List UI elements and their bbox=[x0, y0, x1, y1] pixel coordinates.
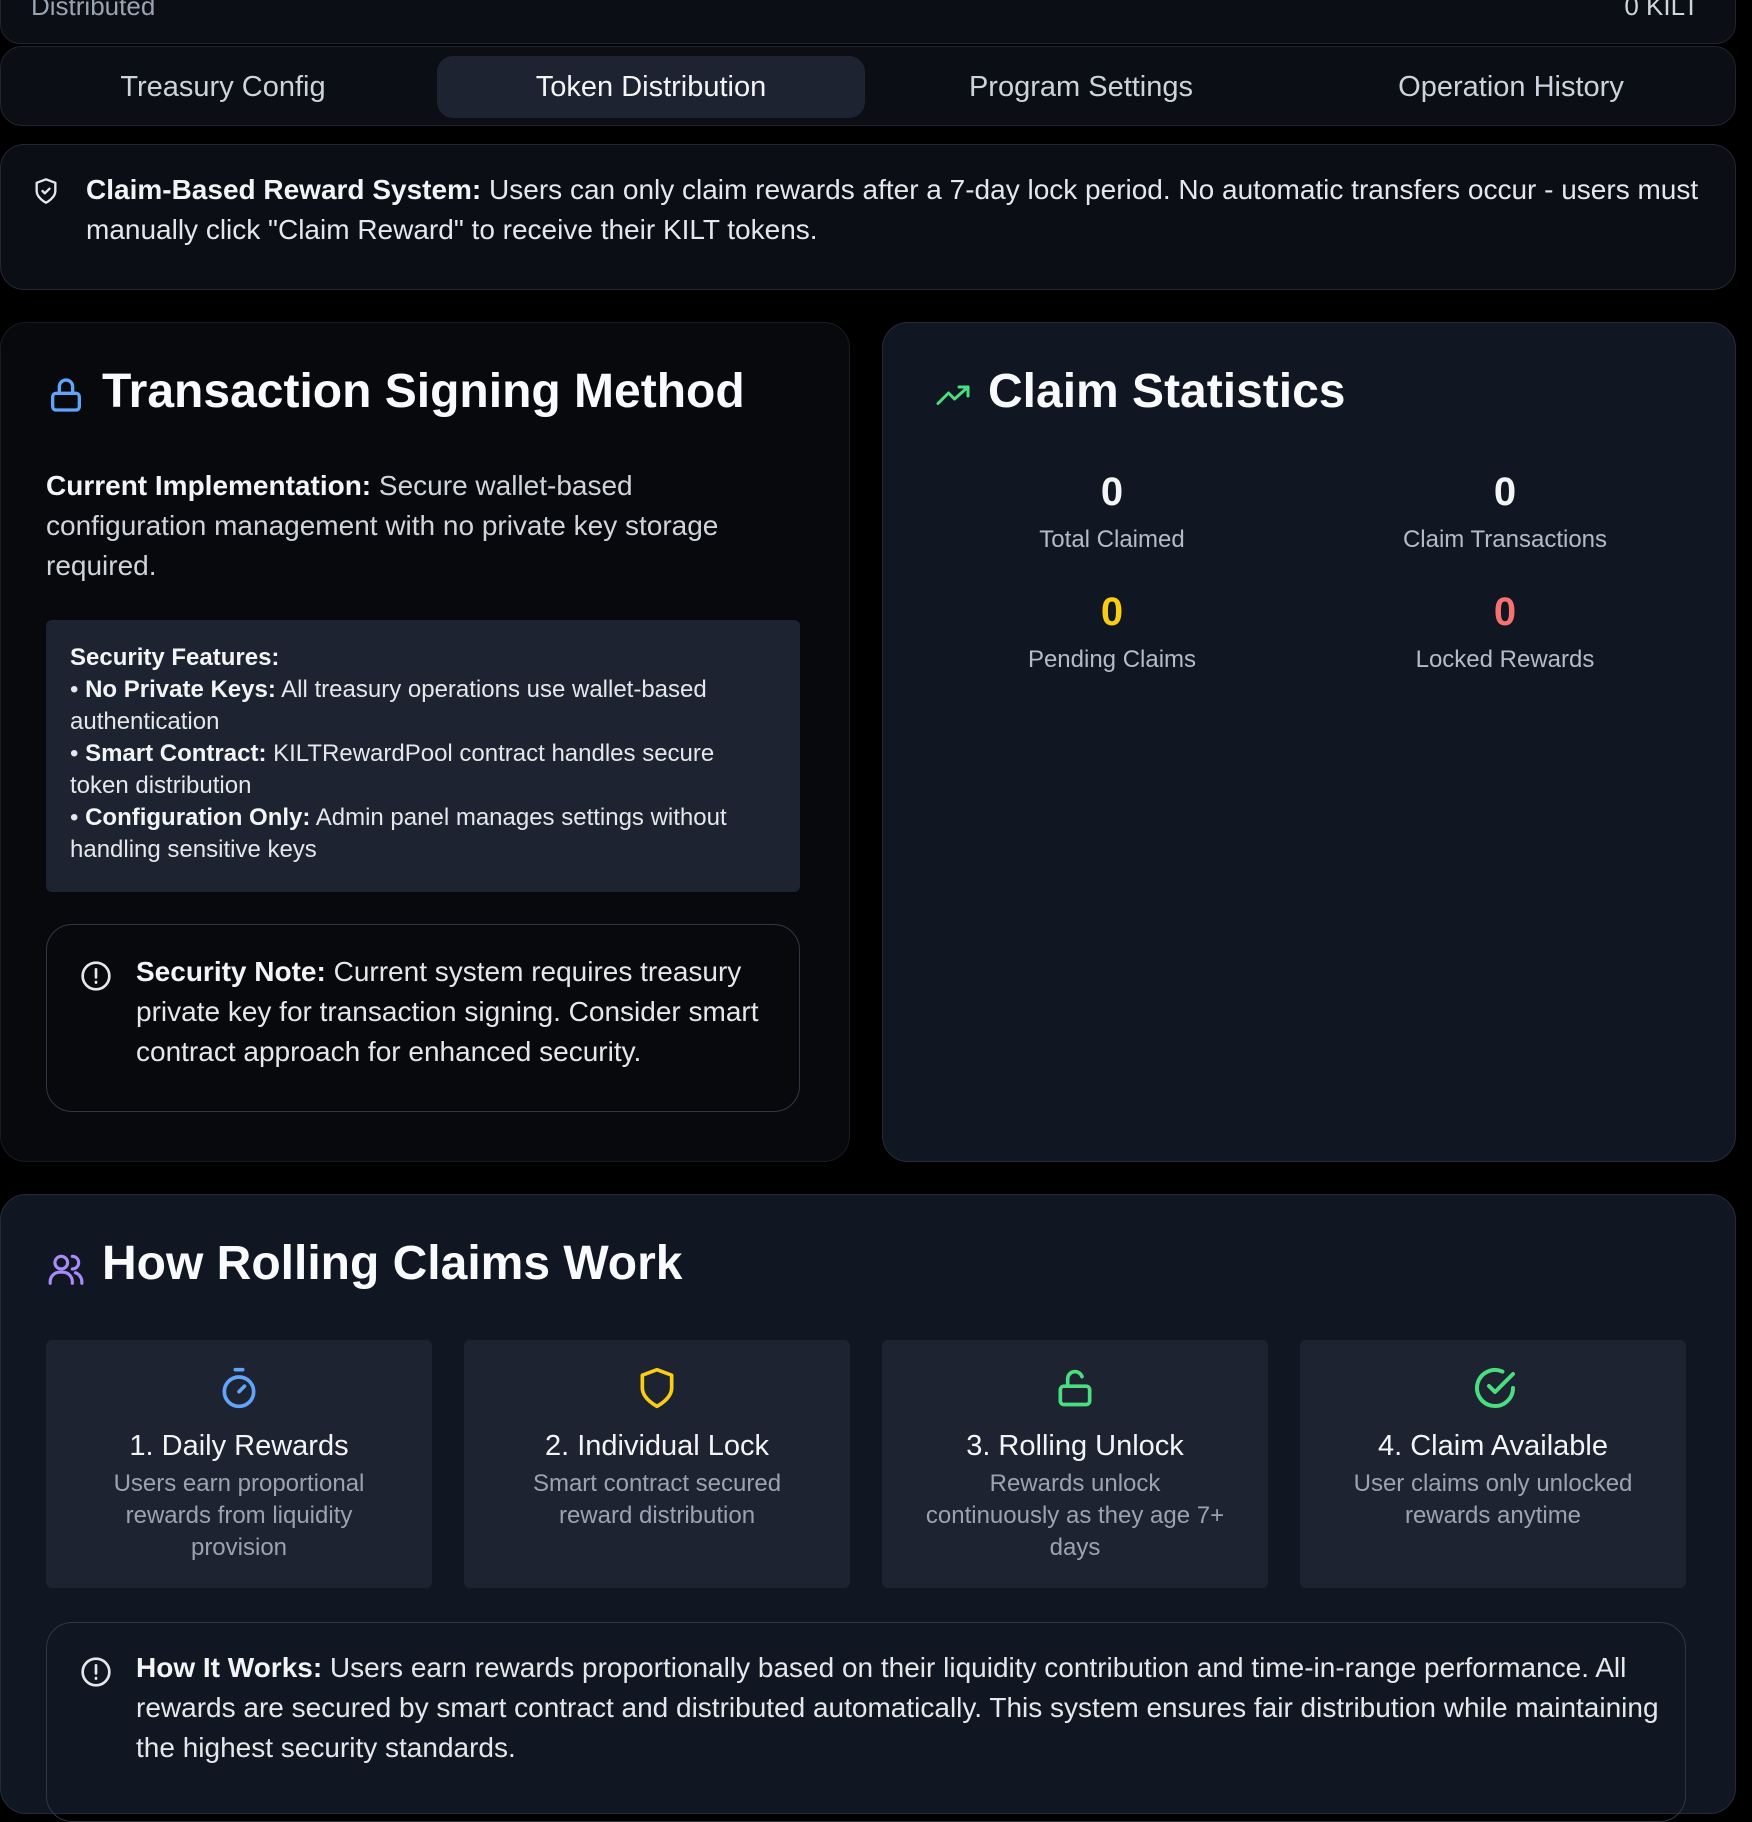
distributed-value: 0 KILT bbox=[1624, 0, 1699, 21]
step-title: 4. Claim Available bbox=[1378, 1430, 1608, 1462]
shield-icon bbox=[640, 1367, 674, 1409]
feature-item: • No Private Keys: All treasury operatio… bbox=[70, 676, 707, 735]
summary-bar: Distributed 0 KILT bbox=[0, 0, 1736, 44]
security-features-box: Security Features: • No Private Keys: Al… bbox=[46, 620, 800, 892]
implementation-bold: Current Implementation: bbox=[46, 470, 372, 501]
lock-icon bbox=[51, 378, 81, 412]
how-it-works-text: How It Works: Users earn rewards proport… bbox=[136, 1648, 1676, 1768]
trending-up-icon bbox=[936, 385, 970, 405]
features-heading: Security Features: bbox=[70, 644, 280, 671]
tab-token-distribution[interactable]: Token Distribution bbox=[437, 56, 865, 118]
step-title: 2. Individual Lock bbox=[544, 1430, 770, 1462]
step-rolling-unlock: 3. Rolling Unlock Rewards unlock continu… bbox=[882, 1340, 1268, 1588]
users-icon bbox=[48, 1254, 84, 1285]
step-desc: Rewards unlock continuously as they age … bbox=[925, 1470, 1225, 1561]
timer-icon bbox=[222, 1367, 256, 1409]
check-circle-icon bbox=[1475, 1368, 1515, 1408]
tab-operation-history[interactable]: Operation History bbox=[1297, 56, 1725, 118]
distributed-label: Distributed bbox=[31, 0, 156, 21]
tab-bar: Treasury Config Token Distribution Progr… bbox=[0, 46, 1736, 126]
locked-rewards-value: 0 bbox=[1493, 590, 1517, 634]
security-note-text: Security Note: Current system requires t… bbox=[136, 952, 776, 1072]
claim-transactions-label: Claim Transactions bbox=[1402, 526, 1608, 553]
locked-rewards-label: Locked Rewards bbox=[1415, 646, 1595, 673]
rolling-claims-title: How Rolling Claims Work bbox=[102, 1237, 683, 1290]
feature-bold: Smart Contract: bbox=[85, 740, 267, 767]
info-circle-icon bbox=[81, 1657, 111, 1687]
claim-transactions-value: 0 bbox=[1493, 470, 1517, 514]
how-body: Users earn rewards proportionally based … bbox=[136, 1652, 1659, 1763]
claim-statistics-card bbox=[882, 322, 1736, 1162]
step-desc: Users earn proportional rewards from liq… bbox=[113, 1470, 365, 1561]
implementation-text: Current Implementation: Secure wallet-ba… bbox=[46, 466, 766, 586]
pending-claims-label: Pending Claims bbox=[1027, 646, 1197, 673]
step-claim-available: 4. Claim Available User claims only unlo… bbox=[1300, 1340, 1686, 1588]
alert-circle-icon bbox=[81, 961, 111, 991]
claim-statistics-title: Claim Statistics bbox=[988, 365, 1346, 418]
step-title: 1. Daily Rewards bbox=[129, 1430, 349, 1462]
feature-bold: No Private Keys: bbox=[85, 676, 276, 703]
unlock-icon bbox=[1058, 1369, 1092, 1407]
banner-text: Claim-Based Reward System: Users can onl… bbox=[86, 170, 1706, 250]
signing-method-title: Transaction Signing Method bbox=[102, 365, 745, 418]
shield-check-icon bbox=[35, 178, 57, 204]
step-daily-rewards: 1. Daily Rewards Users earn proportional… bbox=[46, 1340, 432, 1588]
step-desc: User claims only unlocked rewards anytim… bbox=[1353, 1470, 1633, 1529]
total-claimed-label: Total Claimed bbox=[1039, 526, 1185, 553]
step-desc: Smart contract secured reward distributi… bbox=[532, 1470, 782, 1529]
note-bold: Security Note: bbox=[136, 956, 326, 987]
security-features-title: Security Features: bbox=[70, 642, 776, 674]
total-claimed-value: 0 bbox=[1100, 470, 1124, 514]
pending-claims-value: 0 bbox=[1100, 590, 1124, 634]
step-individual-lock: 2. Individual Lock Smart contract secure… bbox=[464, 1340, 850, 1588]
tab-treasury-config[interactable]: Treasury Config bbox=[9, 56, 437, 118]
feature-bold: Configuration Only: bbox=[85, 804, 311, 831]
how-bold: How It Works: bbox=[136, 1652, 323, 1683]
step-title: 3. Rolling Unlock bbox=[966, 1430, 1184, 1462]
banner-bold: Claim-Based Reward System: bbox=[86, 174, 482, 205]
feature-item: • Smart Contract: KILTRewardPool contrac… bbox=[70, 740, 715, 799]
tab-program-settings[interactable]: Program Settings bbox=[867, 56, 1295, 118]
feature-item: • Configuration Only: Admin panel manage… bbox=[70, 804, 727, 863]
